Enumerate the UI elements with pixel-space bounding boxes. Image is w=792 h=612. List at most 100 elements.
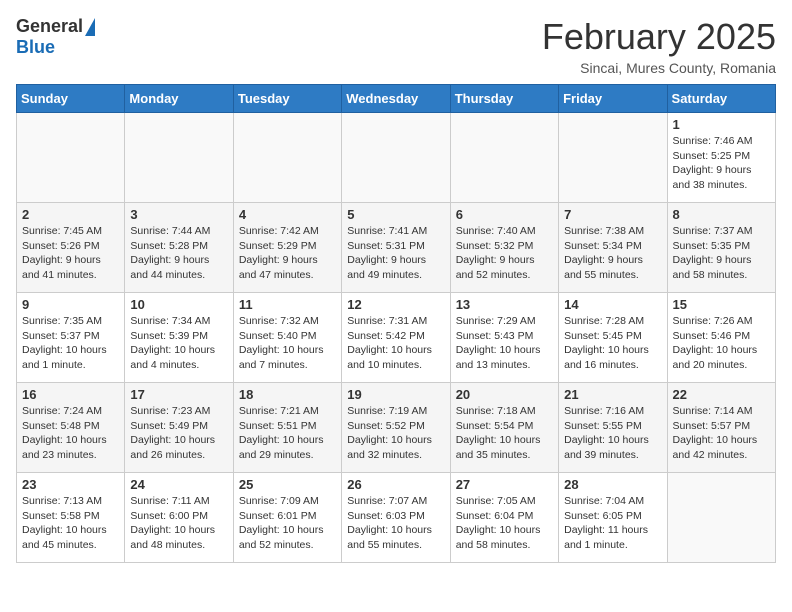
day-of-week-header: Saturday: [667, 85, 775, 113]
calendar-day-cell: 2 Sunrise: 7:45 AM Sunset: 5:26 PM Daylig…: [17, 203, 125, 293]
day-of-week-header: Sunday: [17, 85, 125, 113]
day-number: 4: [239, 207, 336, 222]
day-info: Sunrise: 7:37 AM Sunset: 5:35 PM Dayligh…: [673, 224, 770, 283]
day-of-week-header: Friday: [559, 85, 667, 113]
day-number: 21: [564, 387, 661, 402]
day-info: Sunrise: 7:32 AM Sunset: 5:40 PM Dayligh…: [239, 314, 336, 373]
calendar-day-cell: [450, 113, 558, 203]
day-info: Sunrise: 7:13 AM Sunset: 5:58 PM Dayligh…: [22, 494, 119, 553]
calendar-week-row: 1 Sunrise: 7:46 AM Sunset: 5:25 PM Daylig…: [17, 113, 776, 203]
calendar-day-cell: 27Sunrise: 7:05 AM Sunset: 6:04 PM Dayli…: [450, 473, 558, 563]
calendar-day-cell: 14 Sunrise: 7:28 AM Sunset: 5:45 PM Dayli…: [559, 293, 667, 383]
day-info: Sunrise: 7:14 AM Sunset: 5:57 PM Dayligh…: [673, 404, 770, 463]
calendar-day-cell: [125, 113, 233, 203]
calendar-day-cell: 17 Sunrise: 7:23 AM Sunset: 5:49 PM Dayli…: [125, 383, 233, 473]
day-number: 7: [564, 207, 661, 222]
calendar-day-cell: 10Sunrise: 7:34 AM Sunset: 5:39 PM Dayli…: [125, 293, 233, 383]
day-info: Sunrise: 7:45 AM Sunset: 5:26 PM Dayligh…: [22, 224, 119, 283]
calendar-day-cell: 3Sunrise: 7:44 AM Sunset: 5:28 PM Daylig…: [125, 203, 233, 293]
logo-blue: Blue: [16, 37, 55, 58]
day-info: Sunrise: 7:16 AM Sunset: 5:55 PM Dayligh…: [564, 404, 661, 463]
day-number: 13: [456, 297, 553, 312]
day-number: 23: [22, 477, 119, 492]
day-number: 2: [22, 207, 119, 222]
day-number: 26: [347, 477, 444, 492]
calendar-day-cell: 8 Sunrise: 7:37 AM Sunset: 5:35 PM Daylig…: [667, 203, 775, 293]
calendar-day-cell: 4 Sunrise: 7:42 AM Sunset: 5:29 PM Daylig…: [233, 203, 341, 293]
calendar-table: SundayMondayTuesdayWednesdayThursdayFrid…: [16, 84, 776, 563]
calendar-day-cell: [342, 113, 450, 203]
page-header: General Blue February 2025 Sincai, Mures…: [16, 16, 776, 76]
day-info: Sunrise: 7:46 AM Sunset: 5:25 PM Dayligh…: [673, 134, 770, 193]
calendar-day-cell: 21 Sunrise: 7:16 AM Sunset: 5:55 PM Dayli…: [559, 383, 667, 473]
day-number: 20: [456, 387, 553, 402]
day-of-week-header: Wednesday: [342, 85, 450, 113]
day-info: Sunrise: 7:41 AM Sunset: 5:31 PM Dayligh…: [347, 224, 444, 283]
calendar-day-cell: 13 Sunrise: 7:29 AM Sunset: 5:43 PM Dayli…: [450, 293, 558, 383]
day-number: 12: [347, 297, 444, 312]
day-info: Sunrise: 7:23 AM Sunset: 5:49 PM Dayligh…: [130, 404, 227, 463]
calendar-day-cell: 26 Sunrise: 7:07 AM Sunset: 6:03 PM Dayli…: [342, 473, 450, 563]
day-number: 16: [22, 387, 119, 402]
day-info: Sunrise: 7:04 AM Sunset: 6:05 PM Dayligh…: [564, 494, 661, 553]
logo: General Blue: [16, 16, 95, 58]
calendar-day-cell: 24Sunrise: 7:11 AM Sunset: 6:00 PM Dayli…: [125, 473, 233, 563]
logo-triangle-icon: [85, 18, 95, 36]
calendar-day-cell: [667, 473, 775, 563]
calendar-day-cell: 23 Sunrise: 7:13 AM Sunset: 5:58 PM Dayli…: [17, 473, 125, 563]
day-info: Sunrise: 7:11 AM Sunset: 6:00 PM Dayligh…: [130, 494, 227, 553]
calendar-day-cell: 1 Sunrise: 7:46 AM Sunset: 5:25 PM Daylig…: [667, 113, 775, 203]
day-info: Sunrise: 7:35 AM Sunset: 5:37 PM Dayligh…: [22, 314, 119, 373]
calendar-week-row: 23 Sunrise: 7:13 AM Sunset: 5:58 PM Dayli…: [17, 473, 776, 563]
calendar-day-cell: 6Sunrise: 7:40 AM Sunset: 5:32 PM Daylig…: [450, 203, 558, 293]
day-info: Sunrise: 7:09 AM Sunset: 6:01 PM Dayligh…: [239, 494, 336, 553]
calendar-day-cell: 28Sunrise: 7:04 AM Sunset: 6:05 PM Dayli…: [559, 473, 667, 563]
calendar-day-cell: 18 Sunrise: 7:21 AM Sunset: 5:51 PM Dayli…: [233, 383, 341, 473]
day-info: Sunrise: 7:24 AM Sunset: 5:48 PM Dayligh…: [22, 404, 119, 463]
day-number: 19: [347, 387, 444, 402]
calendar-day-cell: 9 Sunrise: 7:35 AM Sunset: 5:37 PM Daylig…: [17, 293, 125, 383]
calendar-week-row: 9 Sunrise: 7:35 AM Sunset: 5:37 PM Daylig…: [17, 293, 776, 383]
calendar-day-cell: 16 Sunrise: 7:24 AM Sunset: 5:48 PM Dayli…: [17, 383, 125, 473]
calendar-day-cell: 25Sunrise: 7:09 AM Sunset: 6:01 PM Dayli…: [233, 473, 341, 563]
day-number: 8: [673, 207, 770, 222]
day-number: 5: [347, 207, 444, 222]
day-info: Sunrise: 7:21 AM Sunset: 5:51 PM Dayligh…: [239, 404, 336, 463]
calendar-day-cell: 11 Sunrise: 7:32 AM Sunset: 5:40 PM Dayli…: [233, 293, 341, 383]
calendar-header-row: SundayMondayTuesdayWednesdayThursdayFrid…: [17, 85, 776, 113]
day-number: 11: [239, 297, 336, 312]
day-number: 14: [564, 297, 661, 312]
day-number: 15: [673, 297, 770, 312]
logo-general: General: [16, 16, 83, 37]
calendar-day-cell: [559, 113, 667, 203]
day-number: 27: [456, 477, 553, 492]
day-info: Sunrise: 7:18 AM Sunset: 5:54 PM Dayligh…: [456, 404, 553, 463]
day-info: Sunrise: 7:26 AM Sunset: 5:46 PM Dayligh…: [673, 314, 770, 373]
day-number: 1: [673, 117, 770, 132]
calendar-day-cell: 12 Sunrise: 7:31 AM Sunset: 5:42 PM Dayli…: [342, 293, 450, 383]
day-info: Sunrise: 7:42 AM Sunset: 5:29 PM Dayligh…: [239, 224, 336, 283]
calendar-day-cell: 7 Sunrise: 7:38 AM Sunset: 5:34 PM Daylig…: [559, 203, 667, 293]
day-info: Sunrise: 7:34 AM Sunset: 5:39 PM Dayligh…: [130, 314, 227, 373]
day-info: Sunrise: 7:28 AM Sunset: 5:45 PM Dayligh…: [564, 314, 661, 373]
day-number: 17: [130, 387, 227, 402]
calendar-day-cell: 20 Sunrise: 7:18 AM Sunset: 5:54 PM Dayli…: [450, 383, 558, 473]
month-year-title: February 2025: [542, 16, 776, 58]
day-info: Sunrise: 7:29 AM Sunset: 5:43 PM Dayligh…: [456, 314, 553, 373]
calendar-week-row: 16 Sunrise: 7:24 AM Sunset: 5:48 PM Dayli…: [17, 383, 776, 473]
calendar-day-cell: 22 Sunrise: 7:14 AM Sunset: 5:57 PM Dayli…: [667, 383, 775, 473]
day-number: 22: [673, 387, 770, 402]
day-number: 6: [456, 207, 553, 222]
day-number: 18: [239, 387, 336, 402]
day-info: Sunrise: 7:19 AM Sunset: 5:52 PM Dayligh…: [347, 404, 444, 463]
calendar-day-cell: [17, 113, 125, 203]
day-number: 9: [22, 297, 119, 312]
calendar-day-cell: 19 Sunrise: 7:19 AM Sunset: 5:52 PM Dayli…: [342, 383, 450, 473]
day-info: Sunrise: 7:38 AM Sunset: 5:34 PM Dayligh…: [564, 224, 661, 283]
day-info: Sunrise: 7:44 AM Sunset: 5:28 PM Dayligh…: [130, 224, 227, 283]
day-info: Sunrise: 7:31 AM Sunset: 5:42 PM Dayligh…: [347, 314, 444, 373]
day-of-week-header: Monday: [125, 85, 233, 113]
calendar-day-cell: 5 Sunrise: 7:41 AM Sunset: 5:31 PM Daylig…: [342, 203, 450, 293]
day-info: Sunrise: 7:07 AM Sunset: 6:03 PM Dayligh…: [347, 494, 444, 553]
location-subtitle: Sincai, Mures County, Romania: [542, 60, 776, 76]
